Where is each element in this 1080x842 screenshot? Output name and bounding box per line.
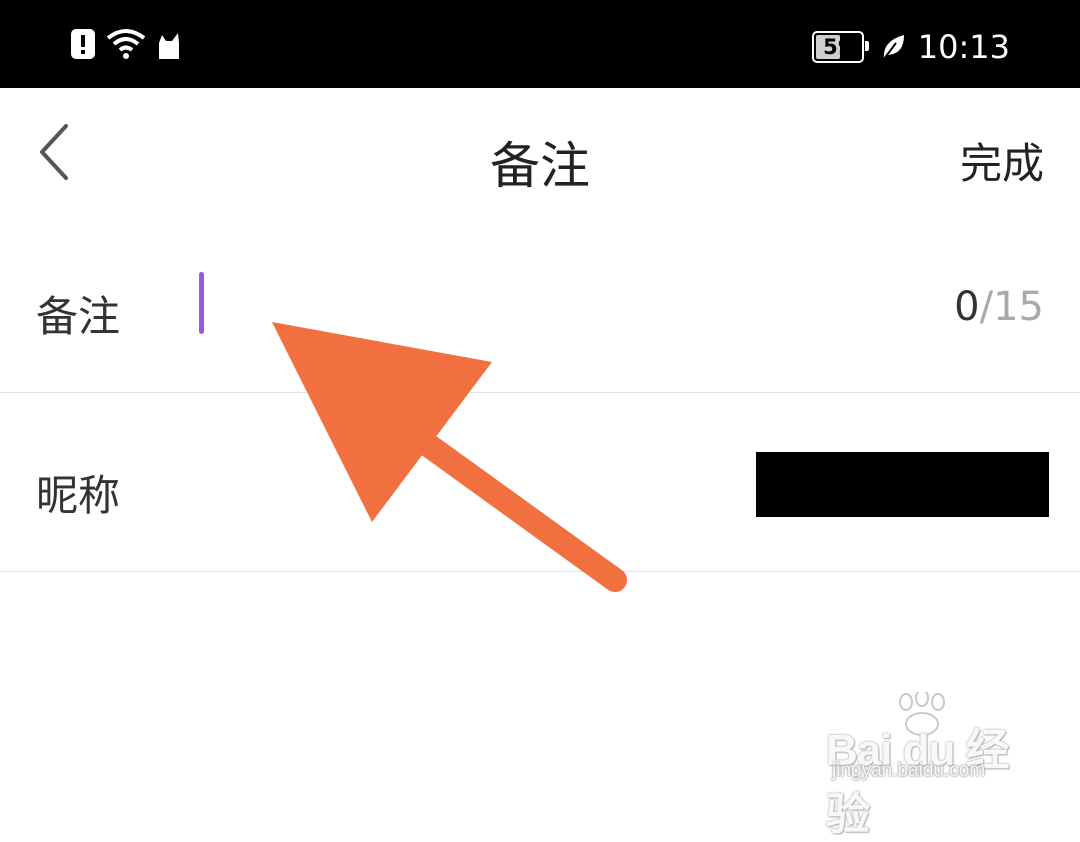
baidu-jingyan-watermark: Bai du 经验 jingyan.baidu.com <box>826 690 1036 839</box>
battery-level: 59 <box>823 35 853 59</box>
counter-separator: / <box>979 284 994 330</box>
alert-icon <box>71 29 95 59</box>
nickname-value-redacted <box>756 452 1049 517</box>
nav-header: 备注 完成 <box>0 88 1080 218</box>
status-bar: 59 10:13 <box>0 0 1080 88</box>
wifi-icon <box>106 29 146 59</box>
cat-icon <box>159 33 179 59</box>
battery-icon: 59 <box>811 31 869 63</box>
remark-char-counter: 0/15 <box>954 284 1044 330</box>
watermark-url: jingyan.baidu.com <box>832 760 986 781</box>
counter-max: 15 <box>993 284 1044 330</box>
remark-row: 备注 <box>0 218 1080 398</box>
remark-input-cursor[interactable] <box>199 272 204 334</box>
page-title: 备注 <box>490 137 590 195</box>
status-icons-right: 59 10:13 <box>811 28 1010 66</box>
remark-label: 备注 <box>36 292 121 341</box>
done-button[interactable]: 完成 <box>960 130 1044 191</box>
nickname-label: 昵称 <box>36 471 121 520</box>
leaf-icon <box>882 35 904 60</box>
status-time: 10:13 <box>917 28 1010 66</box>
status-icons-left <box>70 28 182 60</box>
divider <box>0 571 1080 572</box>
counter-current: 0 <box>954 284 980 330</box>
